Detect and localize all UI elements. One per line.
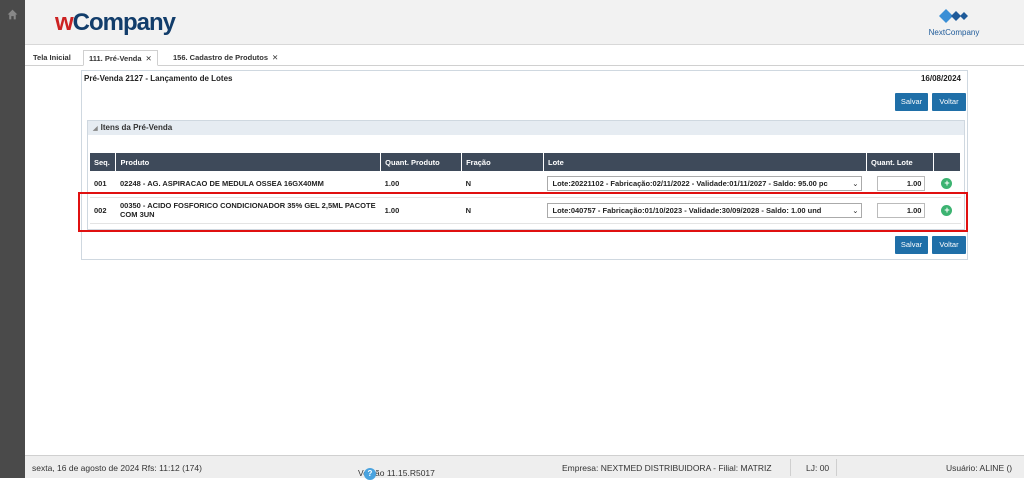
row-action-cell: + <box>933 171 961 198</box>
row-seq: 002 <box>90 197 116 224</box>
logo-prefix: w <box>55 9 74 36</box>
status-divider <box>836 459 837 476</box>
row-produto: 02248 - AG. ASPIRACAO DE MEDULA OSSEA 16… <box>115 171 381 198</box>
chevron-down-icon: ⌄ <box>852 205 859 215</box>
tab-label: 156. Cadastro de Produtos <box>173 53 269 62</box>
row-produto: 00350 - ACIDO FOSFORICO CONDICIONADOR 35… <box>115 197 381 224</box>
col-fracao: Fração <box>461 153 544 171</box>
tab-label: 111. Pré-Venda <box>89 54 142 63</box>
row-quant-produto: 1.00 <box>380 171 462 198</box>
tab-bar: Tela Inicial 111. Pré-Venda ✕ 156. Cadast… <box>25 50 1024 66</box>
row-quant-produto: 1.00 <box>380 197 462 224</box>
row-seq: 001 <box>90 171 116 198</box>
lote-select-value: Lote:20221102 - Fabricação:02/11/2022 - … <box>552 179 828 189</box>
row-quant-lote-cell: 1.00 <box>866 171 934 198</box>
row-lote-cell: Lote:20221102 - Fabricação:02/11/2022 - … <box>543 171 867 198</box>
close-icon[interactable]: ✕ <box>146 54 152 63</box>
row-action-cell: + <box>933 197 961 224</box>
add-icon[interactable]: + <box>941 178 953 190</box>
col-lote: Lote <box>543 153 867 171</box>
page-date: 16/08/2024 <box>920 74 961 83</box>
row-lote-cell: Lote:040757 - Fabricação:01/10/2023 - Va… <box>543 197 867 224</box>
col-seq: Seq. <box>90 153 117 171</box>
help-icon[interactable]: ? <box>364 468 376 480</box>
items-table: Seq. Produto Quant. Produto Fração Lote … <box>90 153 962 224</box>
col-actions <box>933 153 962 171</box>
table-row: 001 02248 - AG. ASPIRACAO DE MEDULA OSSE… <box>90 171 961 198</box>
left-sidebar <box>0 0 25 478</box>
close-icon[interactable]: ✕ <box>272 53 278 62</box>
status-datetime: sexta, 16 de agosto de 2024 Rfs: 11:12 (… <box>32 463 202 473</box>
nextcompany-label: NextCompany <box>928 28 980 37</box>
status-bar: sexta, 16 de agosto de 2024 Rfs: 11:12 (… <box>25 455 1024 480</box>
tab-pre-venda[interactable]: 111. Pré-Venda ✕ <box>83 50 158 66</box>
save-button-bottom[interactable]: Salvar <box>895 236 928 254</box>
wcompany-logo[interactable]: wCompany <box>55 9 176 37</box>
save-button-top[interactable]: Salvar <box>895 93 928 111</box>
tab-tela-inicial[interactable]: Tela Inicial <box>28 50 76 66</box>
page-title: Pré-Venda 2127 - Lançamento de Lotes <box>84 74 233 83</box>
col-quant-lote: Quant. Lote <box>866 153 934 171</box>
lote-select[interactable]: Lote:20221102 - Fabricação:02/11/2022 - … <box>547 176 863 192</box>
app-header: wCompany NextCompany <box>25 0 1024 45</box>
col-quant-produto: Quant. Produto <box>380 153 463 171</box>
logo-main: Company <box>72 9 176 36</box>
add-icon[interactable]: + <box>941 204 953 216</box>
section-title: Itens da Pré-Venda <box>100 123 173 132</box>
row-fracao: N <box>461 171 544 198</box>
col-produto: Produto <box>115 153 382 171</box>
row-quant-lote-cell: 1.00 <box>866 197 934 224</box>
back-button-bottom[interactable]: Voltar <box>932 236 966 254</box>
collapse-triangle-icon: ◢ <box>93 126 98 132</box>
home-icon[interactable] <box>6 8 19 21</box>
lote-select[interactable]: Lote:040757 - Fabricação:01/10/2023 - Va… <box>547 202 863 218</box>
section-header[interactable]: ◢ Itens da Pré-Venda <box>88 121 964 135</box>
status-company: Empresa: NEXTMED DISTRIBUIDORA - Filial:… <box>562 463 772 473</box>
pre-venda-panel: Pré-Venda 2127 - Lançamento de Lotes 16/… <box>81 70 968 260</box>
items-section: ◢ Itens da Pré-Venda Seq. Produto Quant. … <box>87 120 965 230</box>
nextcompany-mark-icon <box>939 9 968 23</box>
tab-cadastro-produtos[interactable]: 156. Cadastro de Produtos ✕ <box>168 50 283 66</box>
row-fracao: N <box>461 197 544 224</box>
quant-lote-input[interactable]: 1.00 <box>877 202 926 218</box>
lote-select-value: Lote:040757 - Fabricação:01/10/2023 - Va… <box>552 205 822 215</box>
nextcompany-logo: NextCompany <box>919 6 989 40</box>
tab-label: Tela Inicial <box>33 53 71 62</box>
back-button-top[interactable]: Voltar <box>932 93 966 111</box>
status-user: Usuário: ALINE () <box>946 463 1013 473</box>
quant-lote-input[interactable]: 1.00 <box>877 176 926 192</box>
table-row: 002 00350 - ACIDO FOSFORICO CONDICIONADO… <box>90 197 961 224</box>
table-header-row: Seq. Produto Quant. Produto Fração Lote … <box>90 153 962 171</box>
status-divider <box>790 459 791 476</box>
status-lj: LJ: 00 <box>806 463 830 473</box>
chevron-down-icon: ⌄ <box>852 179 859 189</box>
